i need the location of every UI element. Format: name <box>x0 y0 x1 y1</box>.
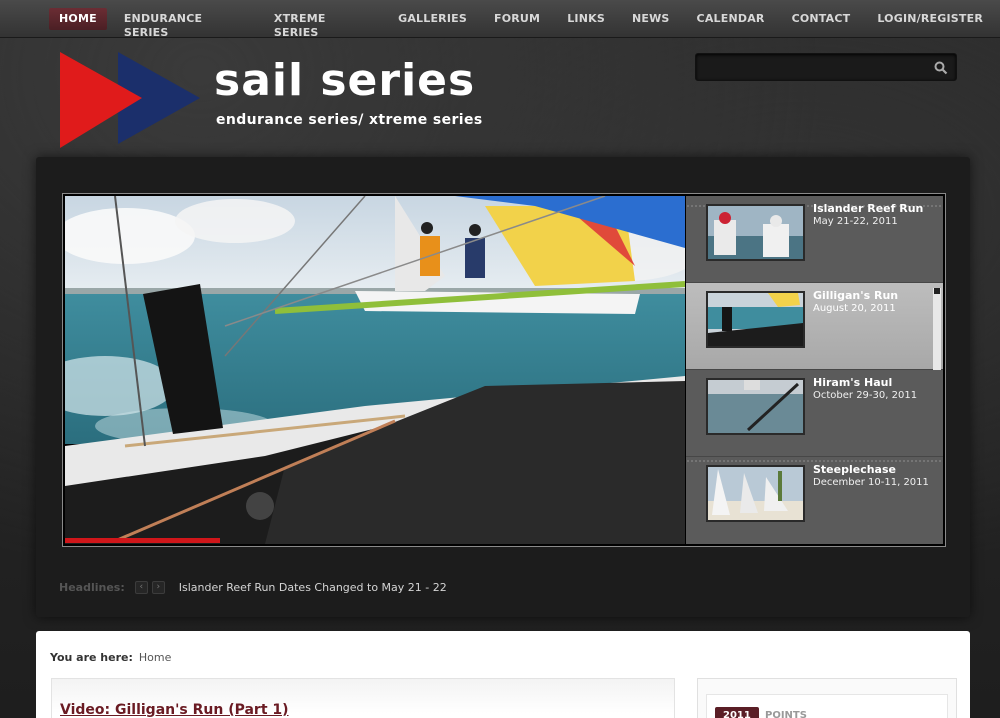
headlines-label: Headlines: <box>59 580 125 594</box>
thumb-steeplechase[interactable]: Steeplechase December 10-11, 2011 <box>686 457 943 544</box>
points-tab[interactable]: POINTS <box>765 710 807 718</box>
headlines-ticker: Headlines: ‹ › Islander Reef Run Dates C… <box>59 579 447 595</box>
thumb-date: August 20, 2011 <box>813 303 896 314</box>
nav-contact[interactable]: CONTACT <box>782 8 861 30</box>
thumbs-scrollbar[interactable] <box>933 288 941 370</box>
thumb-title: Gilligan's Run <box>813 289 899 302</box>
thumb-date: October 29-30, 2011 <box>813 390 918 401</box>
site-title: sail series <box>214 55 476 106</box>
points-panel: 2011 POINTS <box>706 694 948 718</box>
thumb-image <box>706 204 805 261</box>
thumb-title: Islander Reef Run <box>813 202 924 215</box>
search-icon[interactable] <box>934 60 948 79</box>
thumb-islander-reef-run[interactable]: Islander Reef Run May 21-22, 2011 <box>686 196 943 283</box>
thumb-title: Steeplechase <box>813 463 896 476</box>
nav-endurance-series[interactable]: ENDURANCE SERIES <box>114 8 257 39</box>
headlines-next-button[interactable]: › <box>151 580 165 594</box>
article-title-link[interactable]: Video: Gilligan's Run (Part 1) <box>60 702 289 718</box>
search-input[interactable] <box>702 58 922 78</box>
thumb-image <box>706 465 805 522</box>
slide-progress-bar <box>65 538 220 543</box>
slideshow-frame: Islander Reef Run May 21-22, 2011 Gillig… <box>62 193 946 547</box>
nav-forum[interactable]: FORUM <box>484 8 550 30</box>
nav-xtreme-series[interactable]: XTREME SERIES <box>264 8 381 39</box>
site-subtitle: endurance series/ xtreme series <box>216 112 483 128</box>
year-tab-2011[interactable]: 2011 <box>715 707 759 718</box>
points-sidebar: 2011 POINTS <box>697 678 957 718</box>
slide-main-image[interactable] <box>65 196 685 544</box>
thumb-gilligans-run[interactable]: Gilligan's Run August 20, 2011 <box>686 283 943 370</box>
headlines-prev-button[interactable]: ‹ <box>134 580 148 594</box>
nav-calendar[interactable]: CALENDAR <box>687 8 775 30</box>
thumb-hirams-haul[interactable]: Hiram's Haul October 29-30, 2011 <box>686 370 943 457</box>
breadcrumb-home[interactable]: Home <box>139 651 171 664</box>
thumb-image <box>706 291 805 348</box>
featured-slideshow: Islander Reef Run May 21-22, 2011 Gillig… <box>36 157 970 617</box>
top-navigation: HOME ENDURANCE SERIES XTREME SERIES GALL… <box>0 0 1000 39</box>
article-box: Video: Gilligan's Run (Part 1) <box>51 678 675 718</box>
headline-link[interactable]: Islander Reef Run Dates Changed to May 2… <box>179 581 447 594</box>
thumb-date: May 21-22, 2011 <box>813 216 898 227</box>
nav-home[interactable]: HOME <box>49 8 107 30</box>
sail-series-logo[interactable] <box>58 52 208 152</box>
nav-login-register[interactable]: LOGIN/REGISTER <box>867 8 993 30</box>
main-content: You are here: Home Video: Gilligan's Run … <box>36 631 970 718</box>
breadcrumb: You are here: Home <box>50 651 171 664</box>
breadcrumb-prefix: You are here: <box>50 651 133 664</box>
thumb-title: Hiram's Haul <box>813 376 893 389</box>
nav-news[interactable]: NEWS <box>622 8 680 30</box>
thumb-date: December 10-11, 2011 <box>813 477 929 488</box>
search-box <box>695 53 957 81</box>
thumb-image <box>706 378 805 435</box>
nav-links[interactable]: LINKS <box>557 8 615 30</box>
slideshow-thumbnails: Islander Reef Run May 21-22, 2011 Gillig… <box>686 196 943 544</box>
scrollbar-knob[interactable] <box>934 288 940 294</box>
nav-galleries[interactable]: GALLERIES <box>388 8 477 30</box>
